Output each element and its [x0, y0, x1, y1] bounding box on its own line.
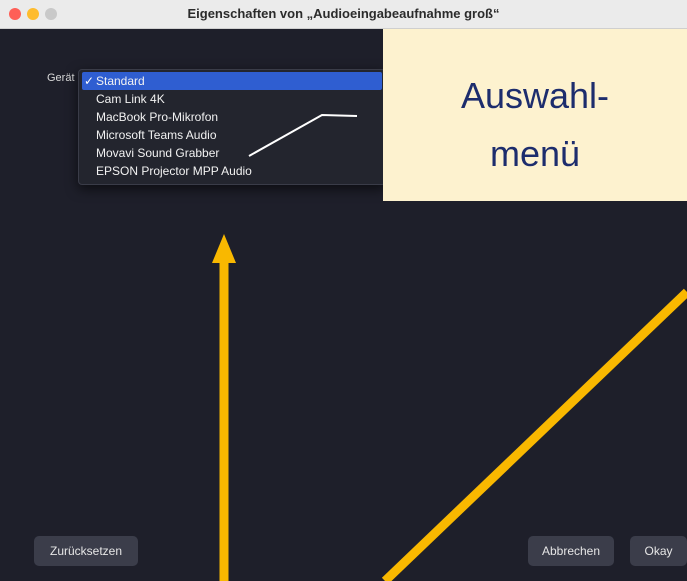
properties-window: Eigenschaften von „Audioeingabeaufnahme … — [0, 0, 687, 581]
ok-button[interactable]: Okay — [630, 536, 687, 566]
pointer-line — [248, 113, 358, 157]
annotation-overlay — [212, 113, 687, 581]
cancel-button[interactable]: Abbrechen — [528, 536, 614, 566]
up-arrow-head — [212, 234, 236, 263]
reset-button[interactable]: Zurücksetzen — [34, 536, 138, 566]
